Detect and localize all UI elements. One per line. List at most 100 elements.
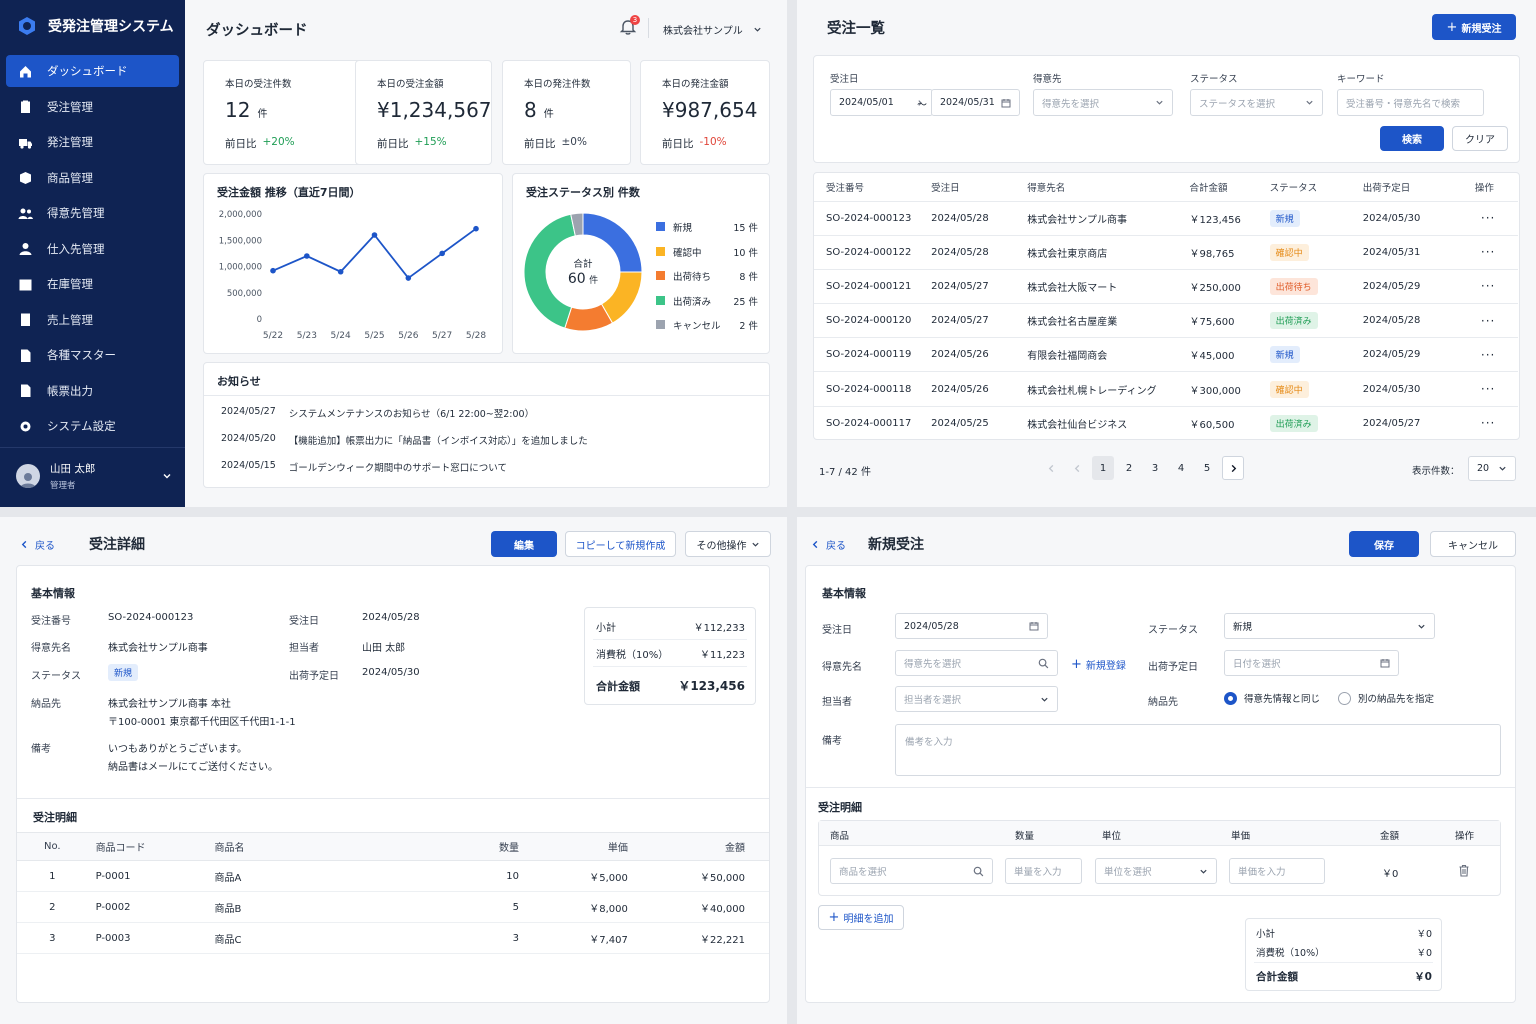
more-icon[interactable]: ···	[1475, 279, 1495, 293]
status-select-placeholder: ステータスを選択	[1199, 98, 1276, 110]
table-row[interactable]: SO-2024-000119 2024/05/26 有限会社福岡商会 ￥45,000 新…	[814, 337, 1518, 372]
destination-label: 納品先	[31, 699, 61, 710]
register-customer-link[interactable]: + 新規登録	[1071, 657, 1126, 672]
order-no[interactable]: SO-2024-000122	[814, 234, 920, 270]
more-icon[interactable]: ···	[1475, 416, 1495, 430]
next-page-button[interactable]	[1222, 456, 1244, 480]
table-row[interactable]: SO-2024-000120 2024/05/27 株式会社名古屋産業 ￥75,600…	[814, 303, 1518, 338]
new-order-title: 新規受注	[868, 537, 924, 553]
ship-date: 2024/05/29	[1350, 268, 1463, 304]
legend-item: 新規 15 件	[654, 220, 758, 234]
company-selector[interactable]: 株式会社サンプル	[663, 22, 762, 37]
copy-new-button[interactable]: コピーして新規作成	[565, 531, 676, 557]
sidebar-item-3[interactable]: 商品管理	[6, 162, 179, 194]
sidebar-item-6[interactable]: 在庫管理	[6, 268, 179, 300]
order-no[interactable]: SO-2024-000117	[814, 405, 920, 441]
status-select[interactable]: ステータスを選択	[1190, 89, 1323, 116]
ship-date-input[interactable]: 日付を選択	[1224, 650, 1399, 676]
line-no: 2	[17, 891, 88, 923]
date-to-field[interactable]: 2024/05/31	[931, 89, 1020, 116]
add-line-button[interactable]: + 明細を追加	[818, 905, 904, 930]
sidebar-item-10[interactable]: システム設定	[6, 410, 179, 442]
chevron-down-icon	[1200, 869, 1207, 874]
more-icon[interactable]: ···	[1475, 211, 1495, 225]
memo-line2: 納品書はメールにてご送付ください。	[108, 762, 278, 773]
price-input[interactable]: 単価を入力	[1229, 858, 1325, 884]
total-amount: ￥60,500	[1177, 405, 1258, 441]
kpi-card: 本日の発注金額 ¥987,654 前日比 -10%	[640, 60, 770, 165]
notice-item[interactable]: 2024/05/27 システムメンテナンスのお知らせ（6/1 22:00~翌2:0…	[221, 406, 534, 420]
sidebar-item-5[interactable]: 仕入先管理	[6, 233, 179, 265]
table-row[interactable]: SO-2024-000121 2024/05/27 株式会社大阪マート ￥250,00…	[814, 268, 1518, 304]
user-menu[interactable]: 山田 太郎 管理者	[16, 461, 172, 491]
order-no[interactable]: SO-2024-000118	[814, 371, 920, 407]
notification-button[interactable]: 3	[619, 15, 640, 39]
notice-item[interactable]: 2024/05/20 【機能追加】帳票出力に「納品書（インボイス対応）」を追加しま…	[221, 433, 588, 447]
cancel-button[interactable]: キャンセル	[1430, 531, 1516, 557]
sidebar-item-label: システム設定	[47, 419, 116, 433]
table-row: 3 P-0003 商品C 3 ￥7,407 ￥22,221	[17, 922, 769, 954]
destination-label: 納品先	[1148, 697, 1178, 708]
more-actions-button[interactable]: その他操作	[685, 531, 771, 557]
page-4[interactable]: 4	[1170, 456, 1192, 480]
sidebar-item-4[interactable]: 得意先管理	[6, 197, 179, 229]
column-header: 受注番号	[826, 182, 865, 194]
order-no[interactable]: SO-2024-000123	[814, 200, 920, 236]
order-no[interactable]: SO-2024-000119	[814, 337, 920, 372]
order-no[interactable]: SO-2024-000120	[814, 303, 920, 338]
page-5[interactable]: 5	[1196, 456, 1218, 480]
back-link[interactable]: 戻る	[20, 537, 55, 552]
per-page-select[interactable]: 20	[1468, 456, 1516, 481]
kpi-unit: 件	[257, 109, 268, 120]
more-icon[interactable]: ···	[1475, 314, 1495, 328]
chevron-right-icon	[1231, 464, 1236, 472]
qty-input[interactable]: 単量を入力	[1005, 858, 1082, 884]
sidebar-item-9[interactable]: 帳票出力	[6, 375, 179, 407]
staff-select[interactable]: 担当者を選択	[895, 686, 1058, 712]
table-row[interactable]: SO-2024-000117 2024/05/25 株式会社仙台ビジネス ￥60,50…	[814, 405, 1518, 441]
prev-page-button[interactable]	[1066, 456, 1088, 480]
edit-button[interactable]: 編集	[491, 531, 557, 557]
table-row[interactable]: SO-2024-000122 2024/05/28 株式会社東京商店 ￥98,765 確…	[814, 234, 1518, 270]
page-3[interactable]: 3	[1144, 456, 1166, 480]
new-order-button[interactable]: + 新規受注	[1432, 14, 1516, 40]
tax-value: ￥11,223	[700, 650, 745, 661]
dest-other-radio[interactable]: 別の納品先を指定	[1338, 691, 1434, 705]
unit-select[interactable]: 単位を選択	[1095, 858, 1217, 884]
order-no[interactable]: SO-2024-000121	[814, 268, 920, 304]
dest-same-radio[interactable]: 得意先情報と同じ	[1224, 691, 1320, 705]
order-table-card: 受注番号 受注日 得意先名 合計金額 ステータス 出荷予定日 操作 SO-2024-00012…	[813, 172, 1520, 441]
clear-button[interactable]: クリア	[1452, 126, 1508, 151]
more-icon[interactable]: ···	[1475, 382, 1495, 396]
status-select[interactable]: 新規	[1224, 613, 1435, 639]
customer-search-input[interactable]: 得意先を選択	[895, 650, 1058, 676]
y-tick-label: 2,000,000	[219, 210, 262, 220]
search-button[interactable]: 検索	[1380, 126, 1444, 151]
back-link[interactable]: 戻る	[811, 537, 846, 552]
order-detail-panel: 戻る 受注詳細 編集 コピーして新規作成 その他操作 基本情報 受注番号 SO-…	[0, 517, 787, 1024]
trash-icon[interactable]	[1458, 864, 1470, 877]
save-button[interactable]: 保存	[1349, 531, 1419, 557]
first-page-button[interactable]	[1040, 456, 1062, 480]
keyword-input[interactable]: 受注番号・得意先名で検索	[1337, 89, 1484, 116]
sidebar-item-1[interactable]: 受注管理	[6, 91, 179, 123]
product-search-input[interactable]: 商品を選択	[830, 858, 993, 884]
page-1[interactable]: 1	[1092, 456, 1114, 480]
more-icon[interactable]: ···	[1475, 348, 1495, 362]
notice-item[interactable]: 2024/05/15 ゴールデンウィーク期間中のサポート窓口について	[221, 460, 507, 474]
legend-value: 15 件	[733, 223, 758, 234]
keyword-placeholder: 受注番号・得意先名で検索	[1346, 98, 1461, 110]
page-2[interactable]: 2	[1118, 456, 1140, 480]
app-logo: 受発注管理システム	[16, 15, 174, 37]
sidebar-item-8[interactable]: 各種マスター	[6, 339, 179, 371]
more-icon[interactable]: ···	[1475, 245, 1495, 259]
sidebar-item-2[interactable]: 発注管理	[6, 126, 179, 158]
memo-textarea[interactable]: 備考を入力	[895, 724, 1501, 776]
donut-chart-card: 受注ステータス別 件数 合計 60 件 新規 15 件確認中 10 件出荷待ち 8 件…	[512, 173, 770, 354]
customer-select[interactable]: 得意先を選択	[1033, 89, 1173, 116]
sidebar-item-0[interactable]: ダッシュボード	[6, 55, 179, 87]
table-row[interactable]: SO-2024-000123 2024/05/28 株式会社サンプル商事 ￥123,4…	[814, 200, 1518, 236]
table-row[interactable]: SO-2024-000118 2024/05/26 株式会社札幌トレーディング ￥30…	[814, 371, 1518, 407]
order-date-input[interactable]: 2024/05/28	[895, 613, 1048, 639]
sidebar-item-7[interactable]: 売上管理	[6, 304, 179, 336]
